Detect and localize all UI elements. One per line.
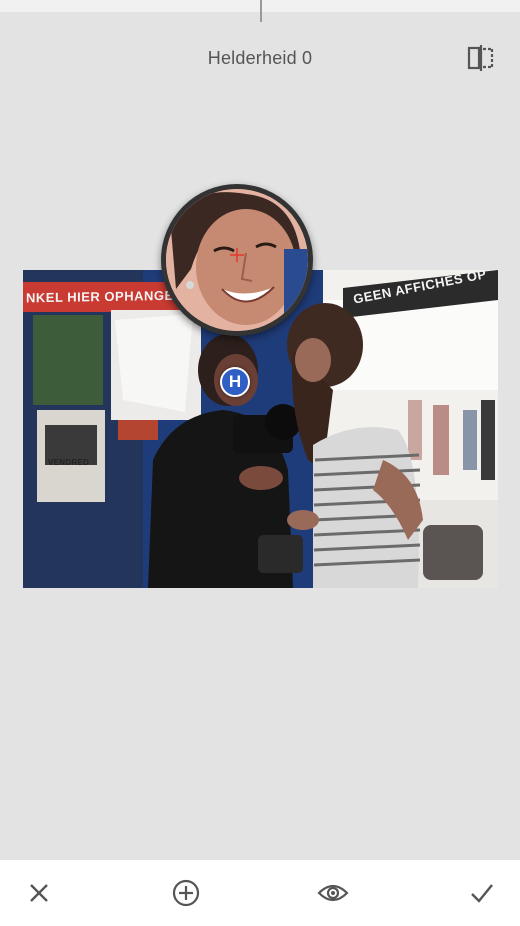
control-point-marker[interactable]: H (220, 367, 250, 397)
slider-indicator[interactable] (260, 0, 262, 22)
parameter-label: Helderheid 0 (207, 48, 313, 68)
crosshair-icon (230, 248, 244, 262)
check-icon (471, 884, 493, 903)
compare-button[interactable] (466, 44, 496, 72)
photo-sign-left: NKEL HIER OPHANGEN (26, 287, 184, 306)
preview-button[interactable] (317, 877, 349, 909)
add-circle-icon (172, 879, 200, 907)
bottom-toolbar (0, 860, 520, 926)
compare-split-icon (467, 45, 494, 71)
cancel-button[interactable] (23, 877, 55, 909)
eye-icon (317, 884, 349, 902)
apply-button[interactable] (466, 877, 498, 909)
photo-poster-text: VENDRED (48, 458, 90, 467)
add-control-point-button[interactable] (170, 877, 202, 909)
close-icon (30, 884, 48, 902)
